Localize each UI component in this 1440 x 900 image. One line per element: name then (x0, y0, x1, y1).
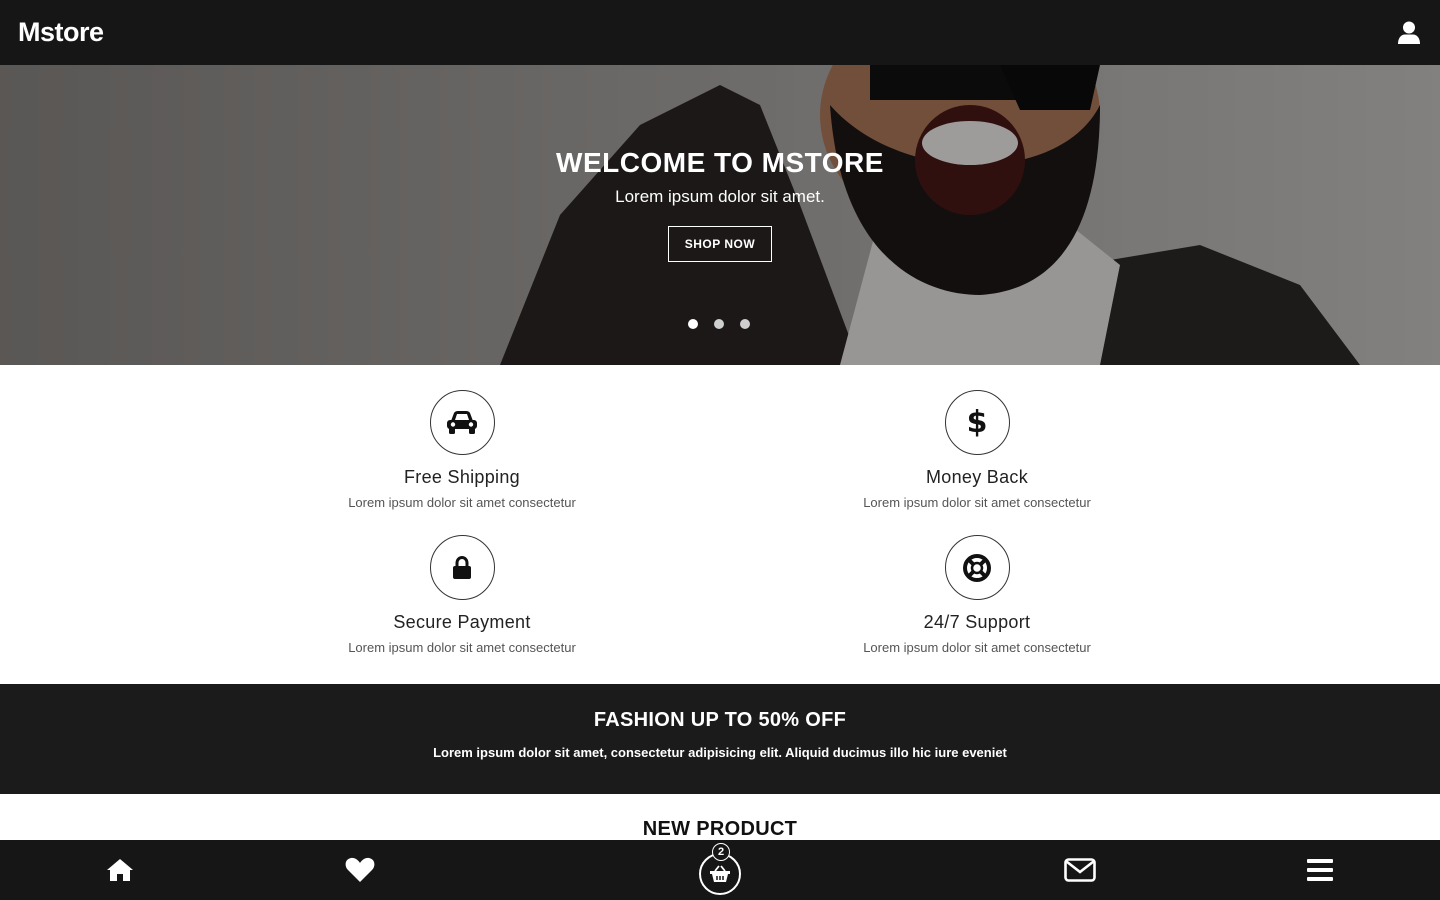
feature-secure-payment: Secure Payment Lorem ipsum dolor sit ame… (312, 535, 612, 655)
shop-now-button[interactable]: SHOP NOW (668, 226, 772, 262)
cart-button[interactable]: 2 (690, 840, 750, 900)
hero-slider: WELCOME TO MSTORE Lorem ipsum dolor sit … (0, 65, 1440, 365)
feature-free-shipping: Free Shipping Lorem ipsum dolor sit amet… (312, 390, 612, 510)
feature-money-back: $ Money Back Lorem ipsum dolor sit amet … (827, 390, 1127, 510)
feature-support: 24/7 Support Lorem ipsum dolor sit amet … (827, 535, 1127, 655)
feature-desc: Lorem ipsum dolor sit amet consectetur (863, 640, 1091, 655)
slider-dots (688, 319, 750, 329)
brand-logo[interactable]: Mstore (18, 17, 104, 48)
new-product-heading: NEW PRODUCT (642, 818, 798, 840)
slider-dot-2[interactable] (714, 319, 724, 329)
menu-icon[interactable] (1290, 840, 1350, 900)
feature-title: Secure Payment (393, 612, 531, 632)
cart-icon[interactable]: 2 (699, 843, 741, 895)
lifebuoy-icon (944, 535, 1010, 600)
cart-count-badge: 2 (712, 843, 730, 861)
envelope-icon[interactable] (1050, 840, 1110, 900)
feature-desc: Lorem ipsum dolor sit amet consectetur (348, 640, 576, 655)
feature-title: 24/7 Support (923, 612, 1031, 632)
promo-desc: Lorem ipsum dolor sit amet, consectetur … (433, 745, 1007, 760)
feature-title: Free Shipping (404, 467, 520, 487)
promo-title: FASHION UP TO 50% OFF (593, 709, 847, 731)
car-icon (429, 390, 495, 455)
lock-icon (429, 535, 495, 600)
feature-desc: Lorem ipsum dolor sit amet consectetur (348, 495, 576, 510)
dollar-icon: $ (944, 390, 1010, 455)
hero-subtitle: Lorem ipsum dolor sit amet. (615, 187, 825, 206)
promo-banner: FASHION UP TO 50% OFF Lorem ipsum dolor … (0, 684, 1440, 794)
heart-icon[interactable] (330, 840, 390, 900)
home-icon[interactable] (90, 840, 150, 900)
user-icon[interactable] (1396, 19, 1422, 47)
slider-dot-1[interactable] (688, 319, 698, 329)
slider-dot-3[interactable] (740, 319, 750, 329)
bottom-nav: 2 (0, 840, 1440, 900)
feature-desc: Lorem ipsum dolor sit amet consectetur (863, 495, 1091, 510)
feature-title: Money Back (925, 467, 1029, 487)
top-bar: Mstore (0, 0, 1440, 65)
hero-title: WELCOME TO MSTORE (556, 147, 884, 178)
